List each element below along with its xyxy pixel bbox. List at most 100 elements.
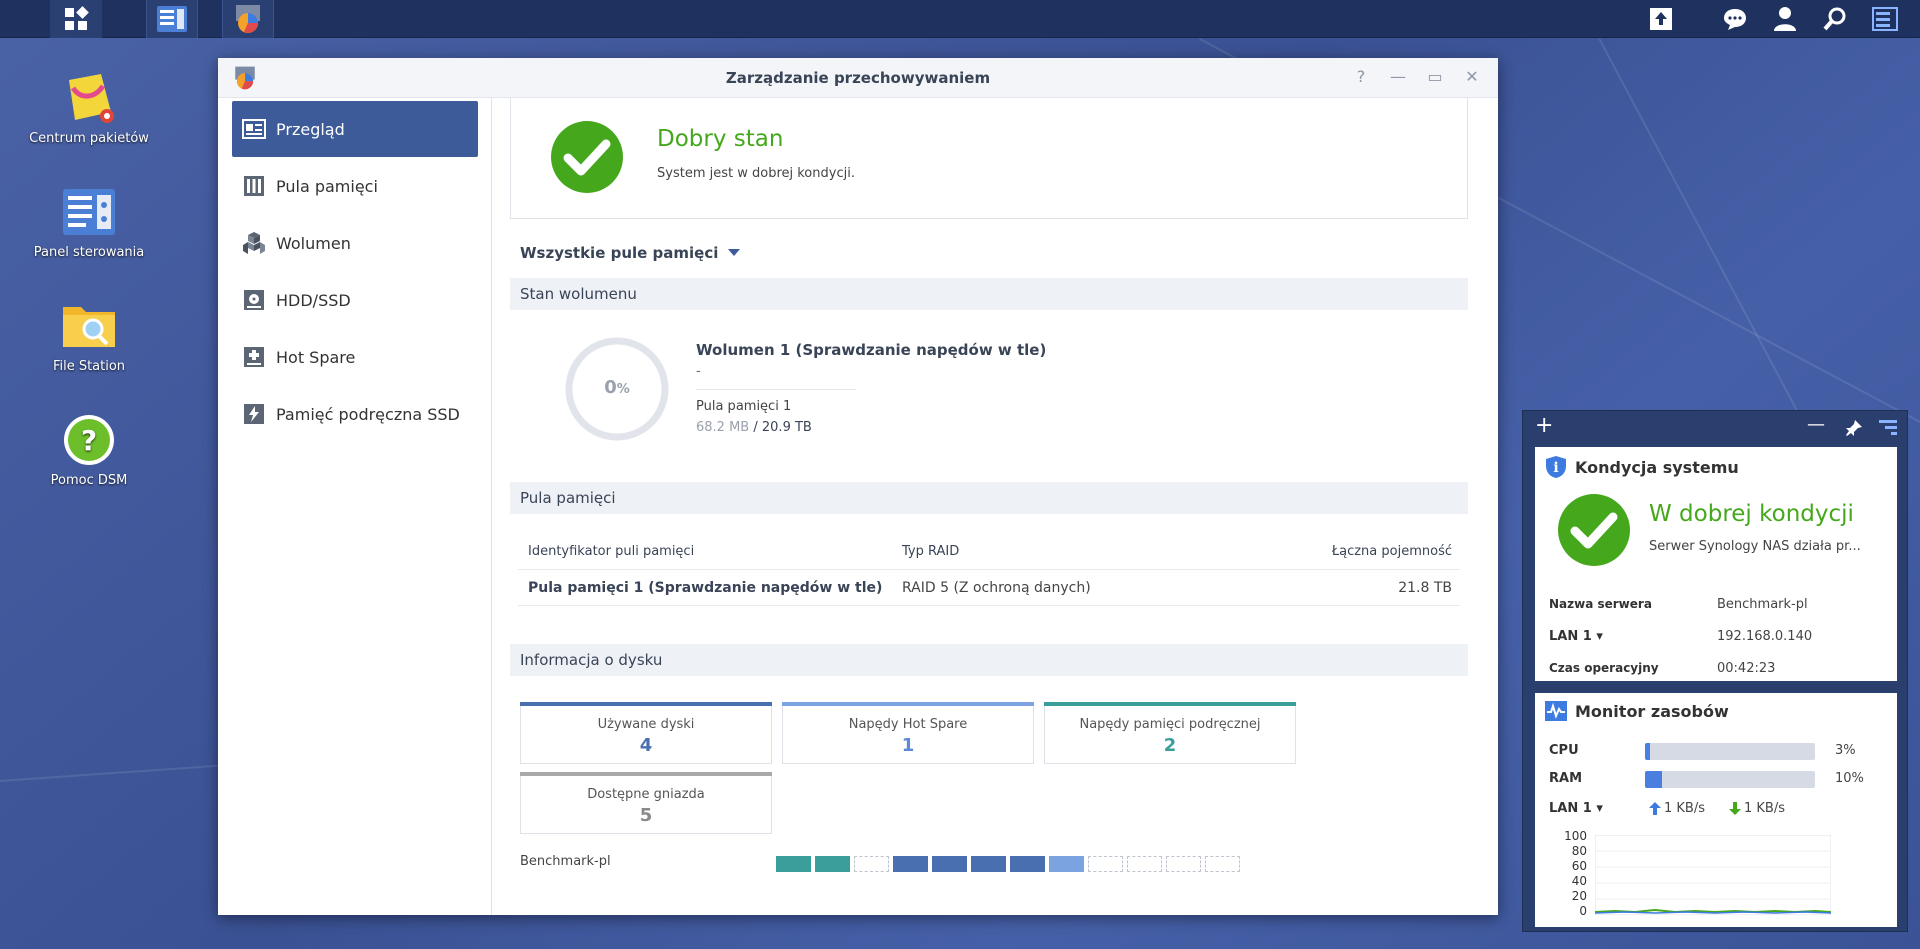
- disk-slot-empty[interactable]: [854, 856, 889, 872]
- table-row[interactable]: Pula pamięci 1 (Sprawdzanie napędów w tl…: [518, 570, 1460, 606]
- pool-filter-dropdown[interactable]: Wszystkie pule pamięci: [520, 244, 741, 262]
- storage-pool-icon: [242, 174, 266, 198]
- sidebar-item-volume[interactable]: Wolumen: [232, 215, 478, 271]
- taskbar: [0, 0, 1920, 38]
- close-button[interactable]: ✕: [1462, 67, 1482, 87]
- desktop-icon-label: File Station: [52, 359, 126, 374]
- column-header: Identyfikator puli pamięci: [528, 544, 695, 559]
- sidebar-item-overview[interactable]: Przegląd: [232, 101, 478, 157]
- volume-sub: -: [696, 364, 701, 379]
- overview-icon: [242, 117, 266, 141]
- hot-spare-icon: [242, 345, 266, 369]
- disk-card-used: Używane dyski 4: [520, 702, 772, 764]
- server-name-key: Nazwa serwera: [1549, 597, 1652, 611]
- disk-slot-cache[interactable]: [815, 856, 850, 872]
- disk-slot-used[interactable]: [1010, 856, 1045, 872]
- chart-tick-label: 60: [1571, 859, 1587, 873]
- volume-status-header: Stan wolumenu: [510, 278, 1468, 310]
- card-label: Napędy pamięci podręcznej: [1079, 717, 1261, 732]
- sidebar-item-ssd-cache[interactable]: Pamięć podręczna SSD: [232, 386, 478, 442]
- pin-icon[interactable]: [1845, 419, 1863, 437]
- network-chart-plot: [1595, 835, 1831, 915]
- upload-queue-button[interactable]: [1638, 0, 1684, 38]
- taskbar-control-panel[interactable]: [146, 0, 198, 38]
- window-titlebar[interactable]: Zarządzanie przechowywaniem ? — ▭ ✕: [218, 58, 1498, 98]
- search-button[interactable]: [1812, 0, 1858, 38]
- disk-slot-empty[interactable]: [1205, 856, 1240, 872]
- monitor-pulse-icon: [1545, 701, 1567, 721]
- disk-slot-used[interactable]: [893, 856, 928, 872]
- system-health-widget: i Kondycja systemu W dobrej kondycji Ser…: [1535, 447, 1897, 681]
- control-panel-icon: [63, 189, 115, 235]
- window-title: Zarządzanie przechowywaniem: [725, 69, 991, 87]
- disk-slot-spare[interactable]: [1049, 856, 1084, 872]
- sidebar-item-hot-spare[interactable]: Hot Spare: [232, 329, 478, 385]
- desktop-icon-label: Pomoc DSM: [50, 473, 128, 488]
- disk-card-hot-spare: Napędy Hot Spare 1: [782, 702, 1034, 764]
- notifications-button[interactable]: [1712, 0, 1758, 38]
- desktop-icon-dsm-help[interactable]: ? Pomoc DSM: [24, 412, 154, 489]
- volume-used: 68.2 MB: [696, 420, 750, 435]
- widgets-button[interactable]: [1862, 0, 1908, 38]
- sidebar-item-storage-pool[interactable]: Pula pamięci: [232, 158, 478, 214]
- taskbar-storage-manager[interactable]: [222, 0, 274, 38]
- chart-tick-label: 100: [1564, 829, 1587, 843]
- lan-ip-value: 192.168.0.140: [1717, 629, 1813, 644]
- main-content: Dobry stan System jest w dobrej kondycji…: [492, 98, 1498, 915]
- cpu-label: CPU: [1549, 743, 1579, 758]
- user-button[interactable]: [1762, 0, 1808, 38]
- card-label: Napędy Hot Spare: [848, 717, 968, 732]
- uptime-key: Czas operacyjny: [1549, 661, 1659, 675]
- hdd-icon: [242, 288, 266, 312]
- storage-pool-table: Identyfikator puli pamięci Typ RAID Łącz…: [518, 534, 1460, 606]
- ram-meter-fill: [1645, 771, 1662, 788]
- arrow-up-icon: [1649, 802, 1661, 815]
- sidebar-item-label: Wolumen: [276, 233, 351, 253]
- disk-info-header: Informacja o dysku: [510, 644, 1468, 676]
- storage-manager-icon: [236, 5, 260, 33]
- widget-layout-icon[interactable]: [1879, 420, 1897, 436]
- lan-dropdown[interactable]: LAN 1 ▾: [1549, 801, 1603, 816]
- card-color-bar: [520, 702, 772, 706]
- widgets-icon: [1872, 7, 1898, 31]
- card-color-bar: [1044, 702, 1296, 706]
- chart-tick-label: 40: [1571, 874, 1587, 888]
- minimize-button[interactable]: —: [1388, 67, 1408, 87]
- upload-rate-value: 1 KB/s: [1664, 801, 1705, 816]
- main-menu-button[interactable]: [50, 0, 102, 38]
- card-color-bar: [520, 772, 772, 776]
- add-widget-button[interactable]: +: [1535, 413, 1553, 438]
- check-circle-icon: [1558, 494, 1630, 566]
- disk-slot-used[interactable]: [932, 856, 967, 872]
- disk-slot-empty[interactable]: [1127, 856, 1162, 872]
- chart-tick-label: 80: [1571, 844, 1587, 858]
- widget-title: Monitor zasobów: [1575, 701, 1729, 721]
- desktop-icon-control-panel[interactable]: Panel sterowania: [24, 184, 154, 261]
- help-button[interactable]: ?: [1351, 67, 1371, 87]
- sidebar-item-hdd-ssd[interactable]: HDD/SSD: [232, 272, 478, 328]
- server-label: Benchmark-pl: [520, 854, 611, 869]
- volume-name[interactable]: Wolumen 1 (Sprawdzanie napędów w tle): [696, 341, 1046, 359]
- disk-slot-empty[interactable]: [1088, 856, 1123, 872]
- card-value: 2: [1163, 735, 1177, 756]
- ram-meter: [1645, 771, 1815, 788]
- desktop-icon-file-station[interactable]: File Station: [24, 298, 154, 375]
- disk-slot-used[interactable]: [971, 856, 1006, 872]
- disk-slot-cache[interactable]: [776, 856, 811, 872]
- widget-minimize-button[interactable]: —: [1807, 414, 1825, 435]
- volume-usage-percent: 0: [604, 377, 617, 398]
- cpu-value: 3%: [1835, 743, 1856, 758]
- desktop-icon-label: Centrum pakietów: [29, 131, 149, 146]
- capacity-cell: 21.8 TB: [1398, 580, 1452, 596]
- table-header-row: Identyfikator puli pamięci Typ RAID Łącz…: [518, 534, 1460, 570]
- disk-slot-empty[interactable]: [1166, 856, 1201, 872]
- ram-label: RAM: [1549, 771, 1583, 786]
- maximize-button[interactable]: ▭: [1425, 67, 1445, 87]
- card-color-bar: [782, 702, 1034, 706]
- lan-dropdown[interactable]: LAN 1 ▾: [1549, 629, 1603, 644]
- desktop-icon-package-center[interactable]: Centrum pakietów: [24, 70, 154, 147]
- sidebar-item-label: HDD/SSD: [276, 290, 351, 310]
- server-name-value: Benchmark-pl: [1717, 597, 1808, 612]
- health-description: Serwer Synology NAS działa pr...: [1649, 539, 1861, 554]
- arrow-down-icon: [1729, 802, 1741, 815]
